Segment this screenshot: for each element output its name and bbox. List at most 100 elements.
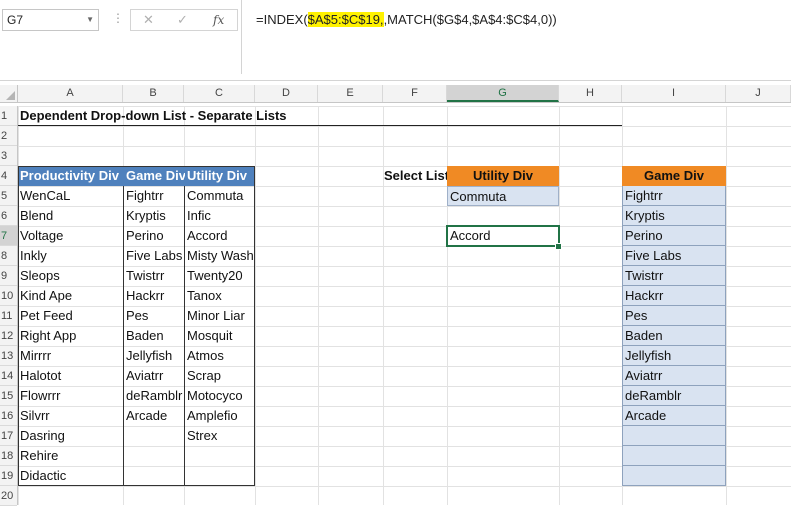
game-cell[interactable]: Pes bbox=[124, 306, 184, 326]
productivity-cell[interactable]: Inkly bbox=[18, 246, 123, 266]
game-list-cell[interactable] bbox=[622, 446, 726, 466]
game-cell[interactable]: Aviatrr bbox=[124, 366, 184, 386]
row-header[interactable]: 5 bbox=[0, 186, 17, 206]
row-header[interactable]: 16 bbox=[0, 406, 17, 426]
column-header-h[interactable]: H bbox=[559, 85, 622, 102]
utility-cell[interactable]: Minor Liar bbox=[185, 306, 255, 326]
column-header-d[interactable]: D bbox=[255, 85, 318, 102]
row-header[interactable]: 19 bbox=[0, 466, 17, 486]
game-list-cell[interactable]: Fightrr bbox=[622, 186, 726, 206]
row-header[interactable]: 2 bbox=[0, 126, 17, 146]
productivity-cell[interactable]: Didactic bbox=[18, 466, 123, 486]
game-list-cell[interactable]: deRamblr bbox=[622, 386, 726, 406]
row-header[interactable]: 3 bbox=[0, 146, 17, 166]
utility-cell[interactable]: Commuta bbox=[185, 186, 255, 206]
game-cell[interactable]: deRamblr bbox=[124, 386, 184, 406]
row-header[interactable]: 6 bbox=[0, 206, 17, 226]
row-header[interactable]: 12 bbox=[0, 326, 17, 346]
row-header[interactable]: 10 bbox=[0, 286, 17, 306]
productivity-cell[interactable]: Blend bbox=[18, 206, 123, 226]
row-header[interactable]: 4 bbox=[0, 166, 17, 186]
g5-value-cell[interactable]: Commuta bbox=[447, 186, 559, 206]
productivity-cell[interactable]: Pet Feed bbox=[18, 306, 123, 326]
table-header-utility[interactable]: Utility Div bbox=[185, 166, 255, 186]
utility-cell[interactable]: Accord bbox=[185, 226, 255, 246]
chevron-down-icon[interactable]: ▼ bbox=[86, 10, 94, 30]
game-list-cell[interactable]: Arcade bbox=[622, 406, 726, 426]
more-options-icon[interactable]: ⋮ bbox=[112, 11, 124, 25]
table-header-game[interactable]: Game Div bbox=[124, 166, 185, 186]
row-header[interactable]: 17 bbox=[0, 426, 17, 446]
game-cell[interactable]: Twistrr bbox=[124, 266, 184, 286]
game-list-cell[interactable] bbox=[622, 466, 726, 486]
game-cell[interactable]: Arcade bbox=[124, 406, 184, 426]
column-header-i[interactable]: I bbox=[622, 85, 726, 102]
game-list-cell[interactable] bbox=[622, 426, 726, 446]
enter-icon[interactable]: ✓ bbox=[177, 10, 188, 30]
row-header[interactable]: 20 bbox=[0, 486, 17, 506]
productivity-cell[interactable]: Rehire bbox=[18, 446, 123, 466]
productivity-cell[interactable]: Dasring bbox=[18, 426, 123, 446]
insert-function-icon[interactable]: fx bbox=[213, 10, 224, 30]
column-header-g[interactable]: G bbox=[447, 85, 559, 102]
productivity-cell[interactable]: Mirrrr bbox=[18, 346, 123, 366]
row-header[interactable]: 18 bbox=[0, 446, 17, 466]
fill-handle[interactable] bbox=[555, 243, 562, 250]
column-header-a[interactable]: A bbox=[18, 85, 123, 102]
row-header-selected[interactable]: 7 bbox=[0, 226, 17, 246]
column-header-f[interactable]: F bbox=[383, 85, 447, 102]
row-header[interactable]: 9 bbox=[0, 266, 17, 286]
active-cell-g7[interactable]: Accord bbox=[446, 225, 560, 247]
game-div-header[interactable]: Game Div bbox=[622, 166, 726, 186]
game-cell[interactable]: Kryptis bbox=[124, 206, 184, 226]
utility-cell[interactable]: Tanox bbox=[185, 286, 255, 306]
game-cell[interactable]: Five Labs bbox=[124, 246, 184, 266]
game-list-cell[interactable]: Perino bbox=[622, 226, 726, 246]
utility-cell[interactable]: Twenty20 bbox=[185, 266, 255, 286]
row-header[interactable]: 14 bbox=[0, 366, 17, 386]
productivity-cell[interactable]: Voltage bbox=[18, 226, 123, 246]
formula-input[interactable]: =INDEX($A$5:$C$19,,MATCH($G$4,$A$4:$C$4,… bbox=[241, 0, 791, 74]
game-cell[interactable]: Hackrr bbox=[124, 286, 184, 306]
row-header[interactable]: 1 bbox=[0, 106, 17, 126]
row-header[interactable]: 8 bbox=[0, 246, 17, 266]
game-list-cell[interactable]: Five Labs bbox=[622, 246, 726, 266]
column-header-j[interactable]: J bbox=[726, 85, 791, 102]
utility-cell[interactable]: Mosquit bbox=[185, 326, 255, 346]
game-cell[interactable]: Perino bbox=[124, 226, 184, 246]
productivity-cell[interactable]: Halotot bbox=[18, 366, 123, 386]
game-list-cell[interactable]: Aviatrr bbox=[622, 366, 726, 386]
game-list-cell[interactable]: Jellyfish bbox=[622, 346, 726, 366]
table-header-productivity[interactable]: Productivity Div bbox=[18, 166, 124, 186]
game-list-cell[interactable]: Kryptis bbox=[622, 206, 726, 226]
utility-cell[interactable]: Atmos bbox=[185, 346, 255, 366]
game-cell[interactable]: Jellyfish bbox=[124, 346, 184, 366]
productivity-cell[interactable]: Right App bbox=[18, 326, 123, 346]
utility-cell[interactable]: Infic bbox=[185, 206, 255, 226]
game-cell[interactable]: Fightrr bbox=[124, 186, 184, 206]
utility-cell[interactable]: Motocyco bbox=[185, 386, 255, 406]
game-cell[interactable]: Baden bbox=[124, 326, 184, 346]
row-header[interactable]: 11 bbox=[0, 306, 17, 326]
utility-cell[interactable]: Amplefio bbox=[185, 406, 255, 426]
productivity-cell[interactable]: Sleops bbox=[18, 266, 123, 286]
game-list-cell[interactable]: Twistrr bbox=[622, 266, 726, 286]
cancel-icon[interactable]: ✕ bbox=[143, 10, 154, 30]
utility-cell[interactable]: Strex bbox=[185, 426, 255, 446]
game-list-cell[interactable]: Baden bbox=[622, 326, 726, 346]
productivity-cell[interactable]: WenCaL bbox=[18, 186, 123, 206]
game-list-cell[interactable]: Hackrr bbox=[622, 286, 726, 306]
utility-cell[interactable]: Scrap bbox=[185, 366, 255, 386]
column-header-e[interactable]: E bbox=[318, 85, 383, 102]
column-header-c[interactable]: C bbox=[184, 85, 255, 102]
row-header[interactable]: 15 bbox=[0, 386, 17, 406]
productivity-cell[interactable]: Flowrrr bbox=[18, 386, 123, 406]
game-list-cell[interactable]: Pes bbox=[622, 306, 726, 326]
column-header-b[interactable]: B bbox=[123, 85, 184, 102]
utility-cell[interactable]: Misty Wash bbox=[185, 246, 255, 266]
select-all-corner[interactable] bbox=[0, 85, 18, 102]
productivity-cell[interactable]: Kind Ape bbox=[18, 286, 123, 306]
sheet-title[interactable]: Dependent Drop-down List - Separate List… bbox=[18, 106, 438, 126]
name-box[interactable]: G7 ▼ bbox=[2, 9, 99, 31]
productivity-cell[interactable]: Silvrr bbox=[18, 406, 123, 426]
